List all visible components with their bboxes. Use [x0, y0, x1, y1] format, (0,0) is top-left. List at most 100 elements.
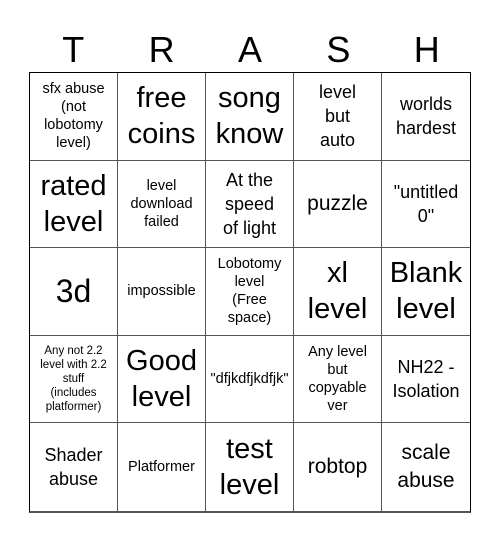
header-letter: T	[62, 29, 85, 70]
bingo-cell-line: test	[226, 433, 273, 466]
bingo-cell-line: At the	[225, 169, 273, 190]
bingo-cell-line: Any not 2.2	[44, 345, 103, 358]
bingo-cell-line: know	[215, 118, 284, 151]
bingo-cell-line: but	[324, 106, 351, 127]
bingo-cell[interactable]: scale abuse	[382, 423, 470, 511]
bingo-cell-line: level	[307, 293, 368, 326]
bingo-cell-line: failed	[144, 213, 179, 230]
bingo-cell-line: stuff	[62, 373, 85, 386]
header-letter: H	[413, 29, 440, 70]
bingo-cell-line: scale	[401, 441, 451, 465]
bingo-cell-line: level	[43, 205, 104, 238]
bingo-cell-line: level	[131, 381, 192, 414]
bingo-cell-line: 0"	[417, 205, 435, 226]
bingo-cell-line: auto	[319, 130, 356, 151]
bingo-cell-line: level)	[56, 135, 91, 152]
bingo-cell[interactable]: rated level	[30, 160, 118, 249]
bingo-cell-line: 3d	[55, 273, 92, 310]
bingo-cell-line: Blank	[389, 257, 463, 290]
bingo-cell-line: Lobotomy	[217, 256, 282, 273]
bingo-cell-line: Isolation	[392, 381, 460, 402]
bingo-cell[interactable]: NH22 - Isolation	[382, 336, 470, 424]
bingo-cell[interactable]: Good level	[118, 335, 206, 424]
bingo-cell-text: Any level but copyable ver	[308, 343, 367, 415]
bingo-cell-line: level	[318, 82, 357, 103]
bingo-cell-line: level	[396, 293, 456, 326]
bingo-cell[interactable]: puzzle	[294, 160, 382, 249]
bingo-cell[interactable]: worlds hardest	[382, 73, 470, 161]
bingo-cell-text: Blank level	[390, 255, 463, 327]
bingo-cell-text: scale abuse	[397, 439, 454, 495]
bingo-cell-line: "dfjkdfjkdfjk"	[210, 371, 289, 388]
bingo-cell-line: hardest	[395, 118, 457, 139]
bingo-cell[interactable]: Shader abuse	[30, 423, 118, 511]
bingo-cell-text: free coins	[128, 80, 196, 152]
bingo-cell-line: lobotomy	[44, 117, 103, 134]
bingo-cell-text: sfx abuse (not lobotomy level)	[42, 80, 104, 152]
header-letter: S	[326, 29, 351, 70]
bingo-cell-line: robtop	[307, 455, 368, 479]
bingo-cell-line: Platformer	[128, 459, 195, 476]
bingo-cell[interactable]: test level	[206, 423, 294, 511]
bingo-cell[interactable]: xl level	[294, 248, 382, 336]
bingo-cell-line: worlds	[399, 94, 452, 115]
bingo-cell-line: level	[234, 274, 265, 291]
bingo-cell-text: test level	[220, 431, 280, 503]
bingo-cell-text: NH22 - Isolation	[392, 355, 459, 403]
bingo-cell-text: "untitled 0"	[394, 180, 458, 228]
bingo-cell-line: space)	[227, 310, 272, 327]
bingo-cell[interactable]: Any not 2.2 level with 2.2 stuff (includes p…	[30, 335, 118, 424]
bingo-cell-text: xl level	[308, 255, 368, 327]
bingo-cell-line: (Free	[232, 292, 267, 309]
bingo-cell-text: level but auto	[319, 80, 356, 152]
bingo-cell[interactable]: sfx abuse (not lobotomy level)	[30, 73, 118, 161]
bingo-board: sfx abuse (not lobotomy level) free coins song…	[29, 72, 471, 513]
bingo-cell[interactable]: song know	[206, 73, 294, 161]
bingo-cell-text: "dfjkdfjkdfjk"	[211, 370, 289, 388]
bingo-cell-line: level	[219, 469, 280, 502]
bingo-cell[interactable]: level download failed	[118, 160, 206, 249]
bingo-cell-text: impossible	[127, 282, 196, 300]
bingo-cell[interactable]: Blank level	[382, 248, 470, 336]
bingo-cell-line: rated	[40, 169, 107, 202]
bingo-cell-line: Any level	[308, 344, 367, 361]
bingo-cell-text: Lobotomy level (Free space)	[218, 255, 282, 327]
bingo-cell-text: rated level	[40, 168, 106, 240]
bingo-cell[interactable]: robtop	[294, 423, 382, 511]
bingo-cell-line: copyable	[308, 380, 367, 397]
bingo-cell-line: NH22 -	[397, 357, 455, 378]
bingo-cell[interactable]: free coins	[118, 73, 206, 161]
bingo-cell-text: worlds hardest	[396, 92, 456, 140]
bingo-cell-line: abuse	[48, 469, 99, 490]
bingo-cell-line: abuse	[397, 469, 455, 493]
bingo-cell[interactable]: Platformer	[118, 423, 206, 511]
bingo-cell-line: coins	[127, 118, 196, 151]
header-letter: R	[148, 29, 175, 70]
bingo-cell-line: level	[146, 177, 177, 194]
bingo-header: T R A S H	[29, 22, 471, 72]
bingo-cell-text: puzzle	[307, 190, 368, 218]
bingo-cell-text: song know	[216, 80, 284, 152]
bingo-cell-line: (includes	[50, 387, 97, 400]
bingo-cell[interactable]: 3d	[30, 248, 118, 336]
bingo-cell[interactable]: Any level but copyable ver	[294, 335, 382, 424]
bingo-cell[interactable]: impossible	[118, 248, 206, 336]
bingo-cell-line: level with 2.2	[40, 359, 107, 372]
bingo-cell-line: ver	[327, 398, 348, 415]
bingo-cell-line: download	[130, 195, 193, 212]
bingo-cell-line: "untitled	[393, 181, 459, 202]
bingo-cell-text: Any not 2.2 level with 2.2 stuff (includes p…	[40, 344, 106, 414]
bingo-cell-free-space[interactable]: Lobotomy level (Free space)	[206, 248, 294, 336]
bingo-cell-line: speed	[224, 193, 275, 214]
bingo-cell-text: robtop	[308, 453, 368, 481]
bingo-cell[interactable]: level but auto	[294, 73, 382, 161]
bingo-cell[interactable]: "dfjkdfjkdfjk"	[206, 335, 294, 424]
bingo-cell-line: puzzle	[307, 191, 368, 215]
bingo-cell-line: sfx abuse	[42, 81, 105, 98]
bingo-cell-line: impossible	[127, 283, 196, 300]
bingo-cell-line: song	[218, 82, 281, 115]
bingo-cell[interactable]: At the speed of light	[206, 160, 294, 249]
bingo-cell-line: free	[136, 82, 187, 115]
bingo-cell[interactable]: "untitled 0"	[382, 161, 470, 249]
bingo-cell-line: of light	[222, 217, 277, 238]
